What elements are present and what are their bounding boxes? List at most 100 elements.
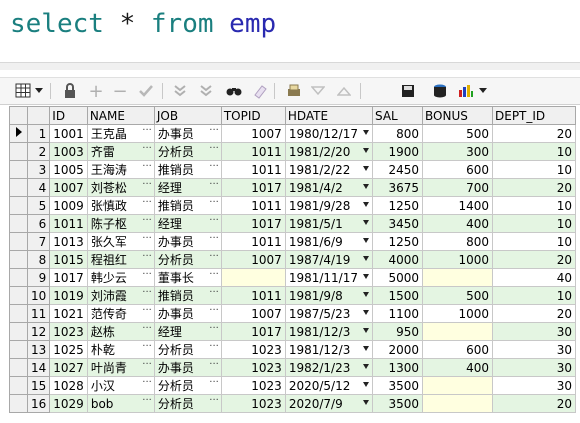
cell-hdate[interactable]: 1987/5/23 [284,304,374,323]
cell-id[interactable]: 1027 [49,358,88,377]
table-row[interactable]: 13 1025 朴乾 ··· 分析员 ··· 1023 1981/12/3 2000 600 30 [9,340,576,359]
ellipsis-icon[interactable]: ··· [142,234,152,245]
table-row[interactable]: 6 1011 陈子枢 ··· 经理 ··· 1017 1981/5/1 3450 400 10 [9,214,576,233]
row-number[interactable]: 3 [26,160,51,179]
cell-job[interactable]: 办事员 ··· [153,304,222,323]
cell-job[interactable]: 推销员 ··· [153,160,222,179]
cell-sal[interactable]: 2450 [372,160,423,179]
ellipsis-icon[interactable]: ··· [209,396,219,407]
ellipsis-icon[interactable]: ··· [209,126,219,137]
cell-id[interactable]: 1003 [49,142,88,161]
ellipsis-icon[interactable]: ··· [142,144,152,155]
cell-name[interactable]: 赵栋 ··· [86,322,155,341]
cell-dept-id[interactable]: 20 [492,250,576,269]
cell-topid[interactable]: 1017 [220,322,286,341]
cell-sal[interactable]: 1500 [372,286,423,305]
dropdown-arrow-icon[interactable] [363,148,369,153]
cell-name[interactable]: 王海涛 ··· [86,160,155,179]
cell-topid[interactable]: 1011 [220,286,286,305]
ellipsis-icon[interactable]: ··· [209,216,219,227]
cell-job[interactable]: 推销员 ··· [153,286,222,305]
dropdown-arrow-icon[interactable] [363,238,369,243]
ellipsis-icon[interactable]: ··· [142,324,152,335]
table-row[interactable]: 12 1023 赵栋 ··· 经理 ··· 1017 1981/12/3 950 30 [9,322,576,341]
cell-name[interactable]: 小汉 ··· [86,376,155,395]
cell-dept-id[interactable]: 20 [492,178,576,197]
row-number[interactable]: 5 [26,196,51,215]
cell-hdate[interactable]: 1981/12/3 [284,322,374,341]
dropdown-arrow-icon[interactable] [363,202,369,207]
cell-hdate[interactable]: 1981/9/8 [284,286,374,305]
cell-bonus[interactable]: 600 [422,160,493,179]
ellipsis-icon[interactable]: ··· [209,270,219,281]
cell-sal[interactable]: 3450 [372,214,423,233]
ellipsis-icon[interactable]: ··· [209,360,219,371]
cell-job[interactable]: 分析员 ··· [153,376,222,395]
ellipsis-icon[interactable]: ··· [142,396,152,407]
cell-bonus[interactable]: 500 [422,286,493,305]
row-number[interactable]: 7 [26,232,51,251]
table-row[interactable]: 5 1009 张慎政 ··· 推销员 ··· 1011 1981/9/28 1250 1400 10 [9,196,576,215]
cell-topid[interactable]: 1011 [220,160,286,179]
cell-dept-id[interactable]: 20 [492,124,576,143]
table-row[interactable]: 3 1005 王海涛 ··· 推销员 ··· 1011 1981/2/22 2450 600 10 [9,160,576,179]
filter-down-icon[interactable] [170,81,190,101]
sql-statement[interactable]: select * from emp [10,9,276,39]
cell-job[interactable]: 分析员 ··· [153,250,222,269]
cell-bonus[interactable]: 400 [422,214,493,233]
cell-dept-id[interactable]: 10 [492,286,576,305]
cell-job[interactable]: 办事员 ··· [153,124,222,143]
cell-bonus[interactable] [422,394,493,413]
dropdown-arrow-icon[interactable] [363,364,369,369]
row-number[interactable]: 16 [26,394,51,413]
cell-bonus[interactable]: 700 [422,178,493,197]
cell-topid[interactable]: 1023 [220,340,286,359]
cell-topid[interactable]: 1011 [220,142,286,161]
row-number[interactable]: 13 [26,340,51,359]
ellipsis-icon[interactable]: ··· [142,360,152,371]
eraser-icon[interactable] [250,81,270,101]
dropdown-arrow-icon[interactable] [363,382,369,387]
cell-bonus[interactable] [422,268,493,287]
cell-id[interactable]: 1009 [49,196,88,215]
ellipsis-icon[interactable]: ··· [209,306,219,317]
row-number[interactable]: 9 [26,268,51,287]
cell-dept-id[interactable]: 10 [492,196,576,215]
dropdown-arrow-icon[interactable] [363,346,369,351]
ellipsis-icon[interactable]: ··· [209,252,219,263]
cell-sal[interactable]: 5000 [372,268,423,287]
ellipsis-icon[interactable]: ··· [209,234,219,245]
cell-name[interactable]: bob ··· [86,394,155,413]
cell-job[interactable]: 经理 ··· [153,322,222,341]
cell-bonus[interactable]: 1400 [422,196,493,215]
cell-dept-id[interactable]: 30 [492,340,576,359]
ellipsis-icon[interactable]: ··· [142,270,152,281]
database-icon[interactable] [430,81,450,101]
cell-topid[interactable]: 1011 [220,196,286,215]
table-row[interactable]: 1 1001 王克晶 ··· 办事员 ··· 1007 1980/12/17 800 500 20 [9,124,576,143]
cell-topid[interactable] [220,268,286,287]
cell-id[interactable]: 1021 [49,304,88,323]
ellipsis-icon[interactable]: ··· [142,342,152,353]
cell-topid[interactable]: 1023 [220,394,286,413]
ellipsis-icon[interactable]: ··· [209,288,219,299]
table-row[interactable]: 14 1027 叶尚青 ··· 办事员 ··· 1023 1982/1/23 1300 400 30 [9,358,576,377]
col-header-bonus[interactable]: BONUS [422,106,493,125]
ellipsis-icon[interactable]: ··· [209,144,219,155]
row-number[interactable]: 2 [26,142,51,161]
cell-topid[interactable]: 1007 [220,124,286,143]
cell-topid[interactable]: 1017 [220,178,286,197]
cell-name[interactable]: 韩少云 ··· [86,268,155,287]
cell-bonus[interactable]: 800 [422,232,493,251]
cell-job[interactable]: 推销员 ··· [153,196,222,215]
dropdown-arrow-icon[interactable] [363,292,369,297]
col-header-name[interactable]: NAME [86,106,155,125]
table-row[interactable]: 16 1029 bob ··· 分析员 ··· 1023 2020/7/9 3500 20 [9,394,576,413]
cell-hdate[interactable]: 1981/5/1 [284,214,374,233]
ellipsis-icon[interactable]: ··· [142,180,152,191]
col-header-id[interactable]: ID [49,106,88,125]
ellipsis-icon[interactable]: ··· [209,198,219,209]
cell-bonus[interactable] [422,376,493,395]
cell-id[interactable]: 1017 [49,268,88,287]
table-row[interactable]: 7 1013 张久军 ··· 办事员 ··· 1011 1981/6/9 1250 800 10 [9,232,576,251]
